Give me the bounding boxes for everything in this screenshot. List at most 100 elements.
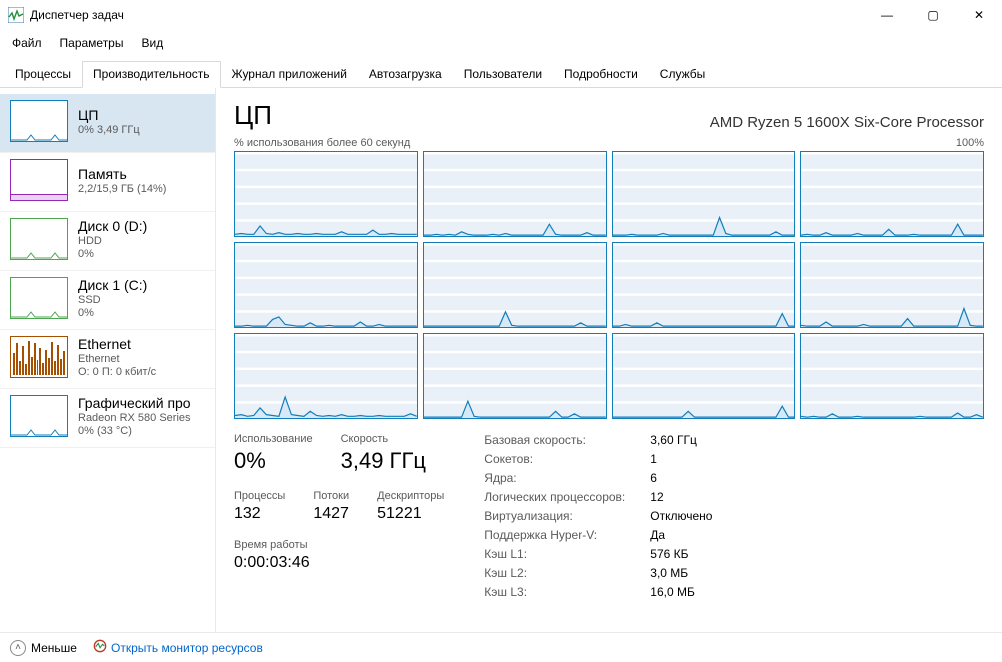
core-chart-11 (612, 333, 796, 419)
mem-thumbnail (10, 159, 68, 201)
sidebar-item-subtext: Radeon RX 580 Series (78, 412, 191, 424)
spec-row: Поддержка Hyper-V: Да (484, 528, 712, 542)
spec-value: Да (650, 528, 665, 542)
cpu-details-panel: ЦП AMD Ryzen 5 1600X Six-Core Processor … (216, 88, 1002, 632)
spec-row: Сокетов:1 (484, 452, 712, 466)
tab-services[interactable]: Службы (649, 61, 716, 88)
tab-startup[interactable]: Автозагрузка (358, 61, 453, 88)
net-thumbnail (10, 336, 68, 378)
sidebar-item-disk-2[interactable]: Диск 0 (D:)HDD0% (0, 212, 215, 271)
spec-value: 3,60 ГГц (650, 433, 697, 447)
performance-sidebar: ЦП0% 3,49 ГГцПамять2,2/15,9 ГБ (14%)Диск… (0, 88, 216, 632)
spec-row: Кэш L3: 16,0 МБ (484, 585, 712, 599)
sidebar-item-subtext: 0% 3,49 ГГц (78, 124, 140, 136)
sidebar-item-title: Диск 1 (C:) (78, 277, 147, 293)
core-chart-7 (612, 242, 796, 328)
handles-label: Дескрипторы (377, 490, 444, 502)
open-resource-monitor-link[interactable]: Открыть монитор ресурсов (93, 639, 263, 656)
spec-row: Кэш L2: 3,0 МБ (484, 566, 712, 580)
sidebar-item-subtext: HDD (78, 235, 147, 247)
core-chart-2 (423, 151, 607, 237)
sidebar-item-subtext: 0% (78, 248, 147, 260)
menu-options[interactable]: Параметры (52, 32, 132, 54)
open-resource-monitor-label: Открыть монитор ресурсов (111, 641, 263, 655)
sidebar-item-title: Диск 0 (D:) (78, 218, 147, 234)
status-bar: ˄ Меньше Открыть монитор ресурсов (0, 632, 1002, 662)
core-chart-3 (612, 151, 796, 237)
threads-label: Потоки (313, 490, 349, 502)
cpu-spec-list: Базовая скорость: 3,60 ГГц Сокетов:1 Ядра: 6… (484, 433, 712, 599)
spec-row: Базовая скорость: 3,60 ГГц (484, 433, 712, 447)
tab-users[interactable]: Пользователи (453, 61, 553, 88)
cpu-model: AMD Ryzen 5 1600X Six-Core Processor (710, 114, 984, 131)
tab-strip: Процессы Производительность Журнал прило… (0, 58, 1002, 88)
spec-row: Логических процессоров: 12 (484, 490, 712, 504)
spec-value: 576 КБ (650, 547, 688, 561)
menu-view[interactable]: Вид (133, 32, 171, 54)
sidebar-item-subtext: 0% (78, 307, 147, 319)
sidebar-item-subtext: Ethernet (78, 353, 156, 365)
sidebar-item-title: ЦП (78, 107, 140, 123)
spec-key: Кэш L1: (484, 547, 644, 561)
tab-performance[interactable]: Производительность (82, 61, 220, 88)
uptime-value: 0:00:03:46 (234, 554, 444, 572)
core-chart-4 (800, 151, 984, 237)
window-title: Диспетчер задач (30, 8, 124, 22)
speed-value: 3,49 ГГц (341, 448, 426, 474)
sidebar-item-gpu[interactable]: Графический проRadeon RX 580 Series0% (3… (0, 389, 215, 448)
spec-value: Отключено (650, 509, 712, 523)
resource-monitor-icon (93, 639, 107, 656)
disk-thumbnail (10, 218, 68, 260)
sidebar-item-mem[interactable]: Память2,2/15,9 ГБ (14%) (0, 153, 215, 212)
spec-key: Кэш L2: (484, 566, 644, 580)
sidebar-item-subtext: О: 0 П: 0 кбит/с (78, 366, 156, 378)
spec-row: Кэш L1: 576 КБ (484, 547, 712, 561)
spec-value: 6 (650, 471, 657, 485)
spec-value: 3,0 МБ (650, 566, 688, 580)
page-title: ЦП (234, 100, 272, 131)
tab-apphistory[interactable]: Журнал приложений (221, 61, 358, 88)
core-chart-6 (423, 242, 607, 328)
core-chart-12 (800, 333, 984, 419)
close-button[interactable]: ✕ (956, 0, 1002, 30)
core-chart-10 (423, 333, 607, 419)
spec-key: Кэш L3: (484, 585, 644, 599)
sidebar-item-title: Ethernet (78, 336, 156, 352)
menu-file[interactable]: Файл (4, 32, 50, 54)
spec-key: Ядра: (484, 471, 644, 485)
disk-thumbnail (10, 277, 68, 319)
sidebar-item-net[interactable]: EthernetEthernetО: 0 П: 0 кбит/с (0, 330, 215, 389)
sidebar-item-disk-3[interactable]: Диск 1 (C:)SSD0% (0, 271, 215, 330)
menu-bar: Файл Параметры Вид (0, 30, 1002, 56)
spec-key: Базовая скорость: (484, 433, 644, 447)
spec-key: Логических процессоров: (484, 490, 644, 504)
core-chart-8 (800, 242, 984, 328)
processes-label: Процессы (234, 490, 285, 502)
core-chart-1 (234, 151, 418, 237)
cpu-thumbnail (10, 100, 68, 142)
spec-key: Поддержка Hyper-V: (484, 528, 644, 542)
sidebar-item-cpu[interactable]: ЦП0% 3,49 ГГц (0, 94, 215, 153)
spec-value: 16,0 МБ (650, 585, 695, 599)
tab-details[interactable]: Подробности (553, 61, 649, 88)
maximize-button[interactable]: ▢ (910, 0, 956, 30)
chart-caption: % использования более 60 секунд (234, 137, 410, 149)
fewer-details-button[interactable]: ˄ Меньше (10, 640, 77, 656)
core-chart-5 (234, 242, 418, 328)
speed-label: Скорость (341, 433, 426, 445)
spec-value: 12 (650, 490, 663, 504)
spec-key: Сокетов: (484, 452, 644, 466)
tab-processes[interactable]: Процессы (4, 61, 82, 88)
title-bar: Диспетчер задач — ▢ ✕ (0, 0, 1002, 30)
sidebar-item-subtext: 2,2/15,9 ГБ (14%) (78, 183, 166, 195)
minimize-button[interactable]: — (864, 0, 910, 30)
sidebar-item-title: Графический про (78, 395, 191, 411)
utilization-label: Использование (234, 433, 313, 445)
threads-value: 1427 (313, 505, 349, 523)
spec-key: Виртуализация: (484, 509, 644, 523)
cpu-core-charts (234, 151, 984, 419)
spec-row: Ядра: 6 (484, 471, 712, 485)
sidebar-item-subtext: 0% (33 °C) (78, 425, 191, 437)
utilization-value: 0% (234, 448, 313, 474)
fewer-details-label: Меньше (31, 641, 77, 655)
